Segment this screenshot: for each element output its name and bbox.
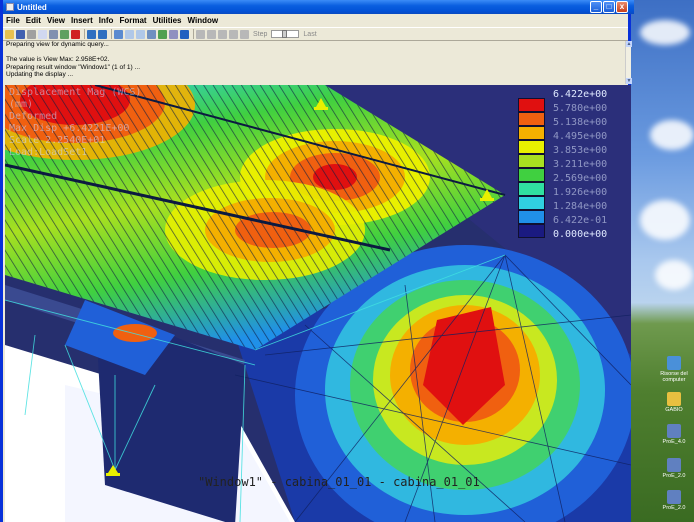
minimize-button[interactable]: _: [590, 1, 602, 13]
menu-bar: File Edit View Insert Info Format Utilit…: [3, 14, 628, 27]
message-line: The value is View Max: 2.958E+02.: [6, 56, 110, 64]
legend-label: 1.926e+00: [553, 187, 608, 198]
toolbar-separator: [193, 29, 194, 39]
window-icon[interactable]: [87, 29, 96, 39]
menu-info[interactable]: Info: [99, 16, 114, 25]
zoom-out-icon[interactable]: [136, 29, 145, 39]
legend-swatch: [518, 224, 545, 238]
legend-swatch: [518, 112, 545, 126]
result-deformed: Deformed: [9, 111, 58, 122]
desktop-icon-computer[interactable]: Risorse del computer: [654, 356, 694, 383]
legend-swatch: [518, 98, 545, 112]
menu-file[interactable]: File: [6, 16, 20, 25]
zoom-in-icon[interactable]: [125, 29, 134, 39]
legend-label: 0.000e+00: [553, 229, 608, 240]
spin-icon[interactable]: [158, 29, 167, 39]
legend-label: 1.284e+00: [553, 201, 608, 212]
title-bar[interactable]: Untitled _ □ x: [3, 0, 634, 14]
prev-frame-icon[interactable]: [229, 29, 238, 39]
copy-icon[interactable]: [38, 29, 47, 39]
result-scale: Scale 2.2540E+01: [9, 135, 106, 146]
desktop-icon-label: ProE_2.0: [662, 505, 686, 511]
result-units: (mm): [9, 99, 34, 110]
open-icon[interactable]: [5, 29, 14, 39]
legend-swatch: [518, 210, 545, 224]
computer-icon: [667, 356, 681, 370]
maximize-button[interactable]: □: [603, 1, 615, 13]
play-icon[interactable]: [196, 29, 205, 39]
folder-icon: [667, 392, 681, 406]
step-label: Step: [253, 30, 268, 38]
result-title: Displacement Mag (WCS): [9, 87, 142, 98]
menu-edit[interactable]: Edit: [26, 16, 41, 25]
message-area: Preparing view for dynamic query... The …: [5, 41, 625, 84]
next-frame-icon[interactable]: [240, 29, 249, 39]
dynamic-query-icon[interactable]: [180, 29, 189, 39]
query-icon[interactable]: [169, 29, 178, 39]
refit-icon[interactable]: [114, 29, 123, 39]
print-icon[interactable]: [27, 29, 36, 39]
stop-icon[interactable]: [207, 29, 216, 39]
menu-window[interactable]: Window: [187, 16, 218, 25]
legend-swatch: [518, 168, 545, 182]
result-loadset: Load:LoadSet1: [9, 147, 88, 158]
message-line: Preparing result window "Window1" (1 of …: [6, 63, 141, 71]
menu-format[interactable]: Format: [119, 16, 146, 25]
toolbar-separator: [111, 29, 112, 39]
legend-label: 6.422e+00: [553, 89, 608, 100]
desktop-icon-label: ProE_4.0: [662, 439, 686, 445]
desktop-icon-proe-2[interactable]: ProE_2.0: [654, 458, 694, 479]
legend-label: 4.495e+00: [553, 131, 608, 142]
menu-utilities[interactable]: Utilities: [153, 16, 182, 25]
message-scrollbar[interactable]: ▲ ▼: [625, 41, 632, 84]
desktop-icon-folder[interactable]: GABIO: [654, 392, 694, 413]
save-icon[interactable]: [16, 29, 25, 39]
message-line: [6, 49, 625, 57]
close-button[interactable]: x: [616, 1, 628, 13]
proe-icon: [667, 458, 681, 472]
legend-swatch: [518, 182, 545, 196]
toolbar: Step Last: [3, 27, 628, 41]
result-max-disp: Max Disp +6.4221E+00: [9, 123, 130, 134]
window-split-icon[interactable]: [98, 29, 107, 39]
orient-icon[interactable]: [147, 29, 156, 39]
scroll-up-icon[interactable]: ▲: [626, 41, 632, 47]
app-window: Untitled _ □ x File Edit View Insert Inf…: [0, 0, 634, 522]
message-line: Preparing view for dynamic query...: [6, 41, 109, 48]
toolbar-separator: [84, 29, 85, 39]
graphics-window[interactable]: Displacement Mag (WCS) (mm) Deformed Max…: [5, 85, 631, 522]
legend-label: 5.138e+00: [553, 117, 608, 128]
legend-swatch: [518, 140, 545, 154]
step-slider[interactable]: [271, 30, 300, 38]
legend-label: 2.569e+00: [553, 173, 608, 184]
desktop-icon-label: Risorse del computer: [660, 371, 688, 383]
first-frame-icon[interactable]: [218, 29, 227, 39]
legend-swatch: [518, 196, 545, 210]
legend-label: 6.422e-01: [553, 215, 608, 226]
legend-label: 3.853e+00: [553, 145, 608, 156]
legend-swatch: [518, 126, 545, 140]
scroll-down-icon[interactable]: ▼: [626, 78, 632, 84]
slider-thumb[interactable]: [282, 30, 288, 38]
menu-insert[interactable]: Insert: [71, 16, 93, 25]
legend-label: 5.780e+00: [553, 103, 608, 114]
desktop-icon-label: ProE_2.0: [662, 473, 686, 479]
chart-icon[interactable]: [60, 29, 69, 39]
menu-view[interactable]: View: [47, 16, 65, 25]
last-label: Last: [303, 30, 317, 38]
proe-icon: [667, 490, 681, 504]
proe-icon: [667, 424, 681, 438]
delete-icon[interactable]: [71, 29, 80, 39]
desktop-icon-proe-3[interactable]: ProE_2.0: [654, 490, 694, 511]
message-line: Updating the display ...: [6, 71, 74, 79]
legend-label: 3.211e+00: [553, 159, 608, 170]
legend-swatch: [518, 154, 545, 168]
window-title: Untitled: [17, 2, 47, 12]
desktop-icon-proe-1[interactable]: ProE_4.0: [654, 424, 694, 445]
app-icon: [6, 3, 14, 11]
window-caption: "Window1" - cabina_01_01 - cabina_01_01: [198, 475, 480, 489]
table-icon[interactable]: [49, 29, 58, 39]
desktop-icon-label: GABIO: [665, 407, 683, 413]
